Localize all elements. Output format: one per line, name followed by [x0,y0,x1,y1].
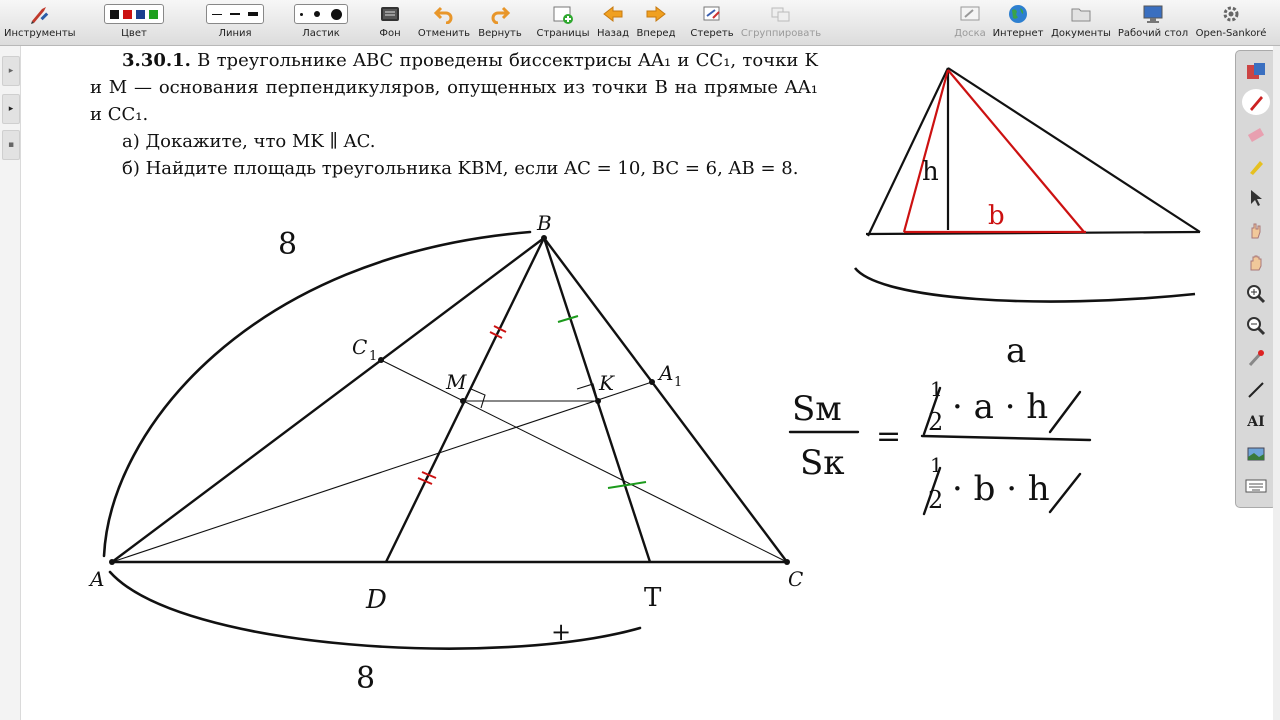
formula-cancel-h-top [1048,390,1082,434]
point-b [541,235,547,241]
label-a1-sub: 1 [674,375,682,390]
highlighter-tool-icon[interactable] [1242,153,1270,179]
formula-rhs-fraction-bar [920,434,1092,442]
handwritten-t: T [644,583,662,613]
point-c [784,559,790,565]
formula-half-den-top: 2 [928,408,943,436]
sketch-right-side [947,67,1201,233]
formula-rhs-numerator: · a · h [952,387,1048,427]
formula-cancel-h-bottom [1048,472,1082,514]
zoom-out-icon[interactable] [1242,313,1270,339]
vertical-scrollbar[interactable] [1273,46,1280,720]
label-c: C [788,567,803,591]
point-k [595,398,601,404]
bisector-cc1 [380,359,788,563]
laser-pointer-icon[interactable] [1242,345,1270,371]
eraser-tool-icon[interactable] [1242,121,1270,147]
sketch-label-b: b [988,201,1005,231]
formula-lhs-denominator: Sк [800,443,845,483]
side-bc [543,237,788,563]
point-a1 [649,379,655,385]
formula-rhs-denominator: · b · h [952,469,1050,509]
toolbox-menu-icon[interactable] [1242,59,1270,85]
line-tool-icon[interactable] [1242,377,1270,403]
sketch-label-a: a [1006,331,1026,371]
arc-ab [102,230,532,558]
select-tool-icon[interactable] [1242,185,1270,211]
bisector-aa1 [111,381,653,563]
point-m [460,398,466,404]
handwritten-ab-length: 8 [278,227,297,262]
sketch-label-h: h [922,157,939,187]
formula-equals: = [876,419,901,454]
handwritten-plus: + [551,618,571,646]
interact-hand-icon[interactable] [1242,217,1270,243]
right-angle-m [470,388,486,409]
label-b: B [536,211,552,235]
pan-hand-icon[interactable] [1242,249,1270,275]
pen-tool-icon[interactable] [1242,89,1270,115]
point-c1 [378,357,384,363]
formula-half-den-bottom: 2 [928,486,943,514]
area-sketch: h b a [853,67,1201,371]
label-m: M [445,370,467,394]
label-a1: A [657,361,673,385]
sketch-red-left [902,69,950,233]
keyboard-icon[interactable] [1242,473,1270,499]
text-tool-icon[interactable]: AI [1242,409,1270,435]
area-ratio-formula: Sм Sк = 1 2 · a · h 1 2 · b · h [788,377,1092,516]
label-k: K [598,371,615,395]
side-ab [111,237,545,563]
equal-marks-green [557,315,647,489]
handwritten-bottom-length: 8 [356,661,375,696]
formula-lhs-numerator: Sм [792,389,842,429]
handwritten-d: D [365,585,387,615]
label-c1: C [352,335,367,359]
capture-tool-icon[interactable] [1242,441,1270,467]
stylus-toolbox: AI [1235,50,1277,508]
point-a [109,559,115,565]
sketch-base-arc [853,267,1196,303]
formula-half-num-bottom: 1 [930,453,943,477]
sketch-left-side [867,67,949,237]
zoom-in-icon[interactable] [1242,281,1270,307]
label-c1-sub: 1 [369,349,377,364]
label-a: A [88,567,104,591]
sketch-red-right [947,69,1085,233]
